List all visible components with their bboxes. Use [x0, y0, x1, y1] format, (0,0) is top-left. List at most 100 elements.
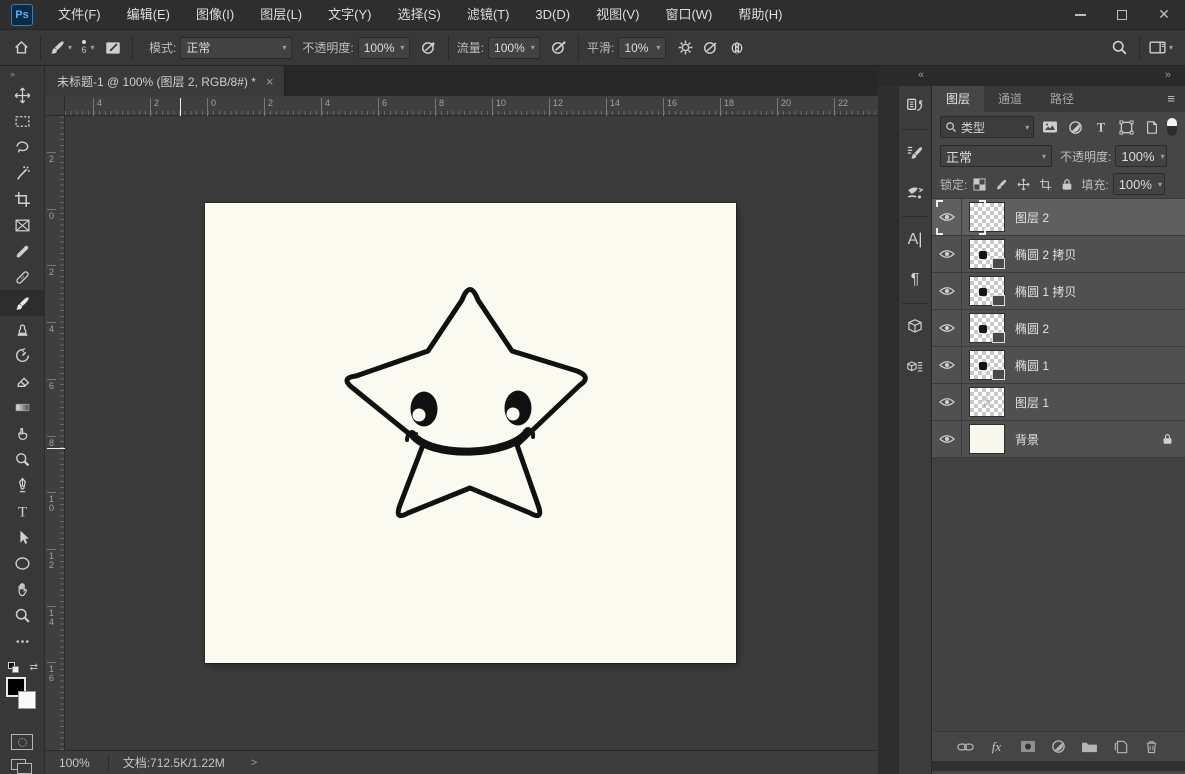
character-panel-button[interactable]: A| [898, 220, 932, 260]
pressure-opacity-button[interactable] [416, 34, 442, 62]
panel-tab[interactable]: 通道 [984, 86, 1036, 112]
menu-item[interactable]: 滤镜(T) [454, 0, 523, 30]
type-tool[interactable]: T [0, 498, 45, 524]
quick-mask-button[interactable] [11, 734, 33, 750]
opacity-select[interactable]: 100% ▾ [357, 36, 410, 59]
layer-filter-select[interactable]: 类型 ▾ [940, 116, 1035, 138]
layer-name[interactable]: 图层 2 [1015, 209, 1049, 226]
brushes-panel-button[interactable] [898, 173, 932, 213]
layer-name[interactable]: 椭圆 2 拷贝 [1015, 246, 1076, 263]
layer-visibility-toggle[interactable] [932, 235, 962, 273]
layer-blend-mode-select[interactable]: 正常 ▾ [940, 145, 1052, 167]
lock-transparent-pixels-button[interactable] [973, 177, 986, 191]
layer-thumbnail[interactable] [969, 350, 1005, 380]
smudge-tool[interactable] [0, 420, 45, 446]
layer-name[interactable]: 椭圆 1 拷贝 [1015, 283, 1076, 300]
search-button[interactable] [1107, 34, 1133, 62]
zoom-tool[interactable] [0, 602, 45, 628]
tab-close-icon[interactable]: × [266, 74, 274, 89]
menu-item[interactable]: 窗口(W) [652, 0, 725, 30]
panel-tab[interactable]: 图层 [932, 86, 985, 112]
lock-image-pixels-button[interactable] [995, 178, 1008, 191]
menu-item[interactable]: 帮助(H) [725, 0, 795, 30]
crop-tool[interactable] [0, 186, 45, 212]
layer-name[interactable]: 图层 1 [1015, 394, 1049, 411]
layer-thumbnail[interactable] [969, 313, 1005, 343]
toggle-brush-settings-button[interactable] [100, 34, 126, 62]
canvas-area[interactable]: 4 2 0 2 4 6 8 10 12 14 16 18 20 22 2 0 2 4 6 8 10 12 14 16 [45, 96, 878, 750]
vertical-ruler[interactable]: 2 0 2 4 6 8 10 12 14 16 [45, 116, 65, 750]
screen-mode-button[interactable] [11, 759, 33, 774]
menu-item[interactable]: 文字(Y) [315, 0, 384, 30]
home-button[interactable] [8, 34, 34, 62]
document-tab[interactable]: 未标题-1 @ 100% (图层 2, RGB/8#) * × [45, 66, 285, 96]
pen-tool[interactable] [0, 472, 45, 498]
layer-thumbnail[interactable] [969, 424, 1005, 454]
new-group-button[interactable] [1081, 738, 1099, 756]
panel-tab[interactable]: 路径 [1036, 86, 1088, 112]
path-selection-tool[interactable] [0, 524, 45, 550]
paint-symmetry-button[interactable] [724, 34, 750, 62]
eraser-tool[interactable] [0, 368, 45, 394]
menu-item[interactable]: 编辑(E) [114, 0, 183, 30]
menu-item[interactable]: 选择(S) [384, 0, 453, 30]
expand-panels-icon[interactable]: » [1165, 69, 1171, 81]
gradient-tool[interactable] [0, 394, 45, 420]
fill-select[interactable]: 100% ▾ [1112, 173, 1165, 195]
brush-size-picker[interactable]: 6 ▾ [74, 34, 100, 62]
layer-styles-button[interactable]: fx [988, 738, 1006, 756]
horizontal-ruler[interactable]: 4 2 0 2 4 6 8 10 12 14 16 18 20 22 [65, 96, 878, 116]
lock-position-button[interactable] [1017, 177, 1030, 191]
filter-pixel-layers-button[interactable] [1039, 117, 1060, 138]
minimize-button[interactable] [1059, 0, 1101, 30]
new-adjustment-layer-button[interactable] [1050, 738, 1068, 756]
menu-item[interactable]: 文件(F) [45, 0, 114, 30]
panel-menu-icon[interactable]: ≡ [1157, 86, 1185, 112]
move-tool[interactable] [0, 82, 45, 108]
lock-artboard-button[interactable] [1039, 178, 1052, 191]
frame-tool[interactable] [0, 212, 45, 238]
layer-visibility-toggle[interactable] [932, 383, 962, 421]
lasso-tool[interactable] [0, 134, 45, 160]
collapse-panels-icon[interactable]: « [918, 69, 924, 81]
history-panel-button[interactable] [898, 86, 932, 126]
airbrush-button[interactable] [546, 34, 572, 62]
history-brush-tool[interactable] [0, 342, 45, 368]
workspace-switcher-button[interactable]: ▾ [1146, 34, 1175, 62]
flow-select[interactable]: 100% ▾ [488, 36, 541, 59]
layer-row[interactable]: 背景 [932, 420, 1185, 458]
layer-visibility-toggle[interactable] [932, 272, 962, 310]
ruler-origin-corner[interactable] [45, 96, 65, 116]
filter-smart-objects-button[interactable] [1142, 117, 1163, 138]
lock-all-button[interactable] [1061, 178, 1073, 191]
layer-row[interactable]: 椭圆 1 [932, 346, 1185, 384]
marquee-tool[interactable] [0, 108, 45, 134]
edit-toolbar-ellipsis[interactable] [0, 628, 45, 654]
layer-row[interactable]: 椭圆 2 [932, 309, 1185, 347]
filter-adjustment-layers-button[interactable] [1065, 117, 1086, 138]
filter-type-layers-button[interactable]: T [1090, 117, 1111, 138]
swap-colors-button[interactable]: ⇄ [30, 662, 38, 673]
3d-panel-button[interactable] [898, 307, 932, 347]
menu-item[interactable]: 3D(D) [522, 0, 583, 30]
brush-tool[interactable] [0, 290, 45, 316]
properties-panel-button[interactable] [898, 347, 932, 387]
layer-visibility-toggle[interactable] [932, 420, 962, 458]
quick-selection-tool[interactable] [0, 160, 45, 186]
layer-row[interactable]: 图层 2 [932, 198, 1185, 236]
background-color-swatch[interactable] [18, 691, 36, 709]
delete-layer-button[interactable] [1143, 738, 1161, 756]
layer-name[interactable]: 椭圆 1 [1015, 357, 1049, 374]
link-layers-button[interactable] [957, 738, 975, 756]
ellipse-shape-tool[interactable] [0, 550, 45, 576]
pressure-size-button[interactable] [698, 34, 724, 62]
layer-name[interactable]: 椭圆 2 [1015, 320, 1049, 337]
layer-row[interactable]: 椭圆 2 拷贝 [932, 235, 1185, 273]
layer-opacity-select[interactable]: 100% ▾ [1115, 145, 1168, 167]
layer-thumbnail[interactable] [969, 276, 1005, 306]
layer-visibility-toggle[interactable] [932, 309, 962, 347]
clone-stamp-tool[interactable] [0, 316, 45, 342]
layer-thumbnail[interactable] [969, 202, 1005, 232]
smoothing-select[interactable]: 10% ▾ [618, 36, 667, 59]
layer-name[interactable]: 背景 [1015, 431, 1039, 448]
